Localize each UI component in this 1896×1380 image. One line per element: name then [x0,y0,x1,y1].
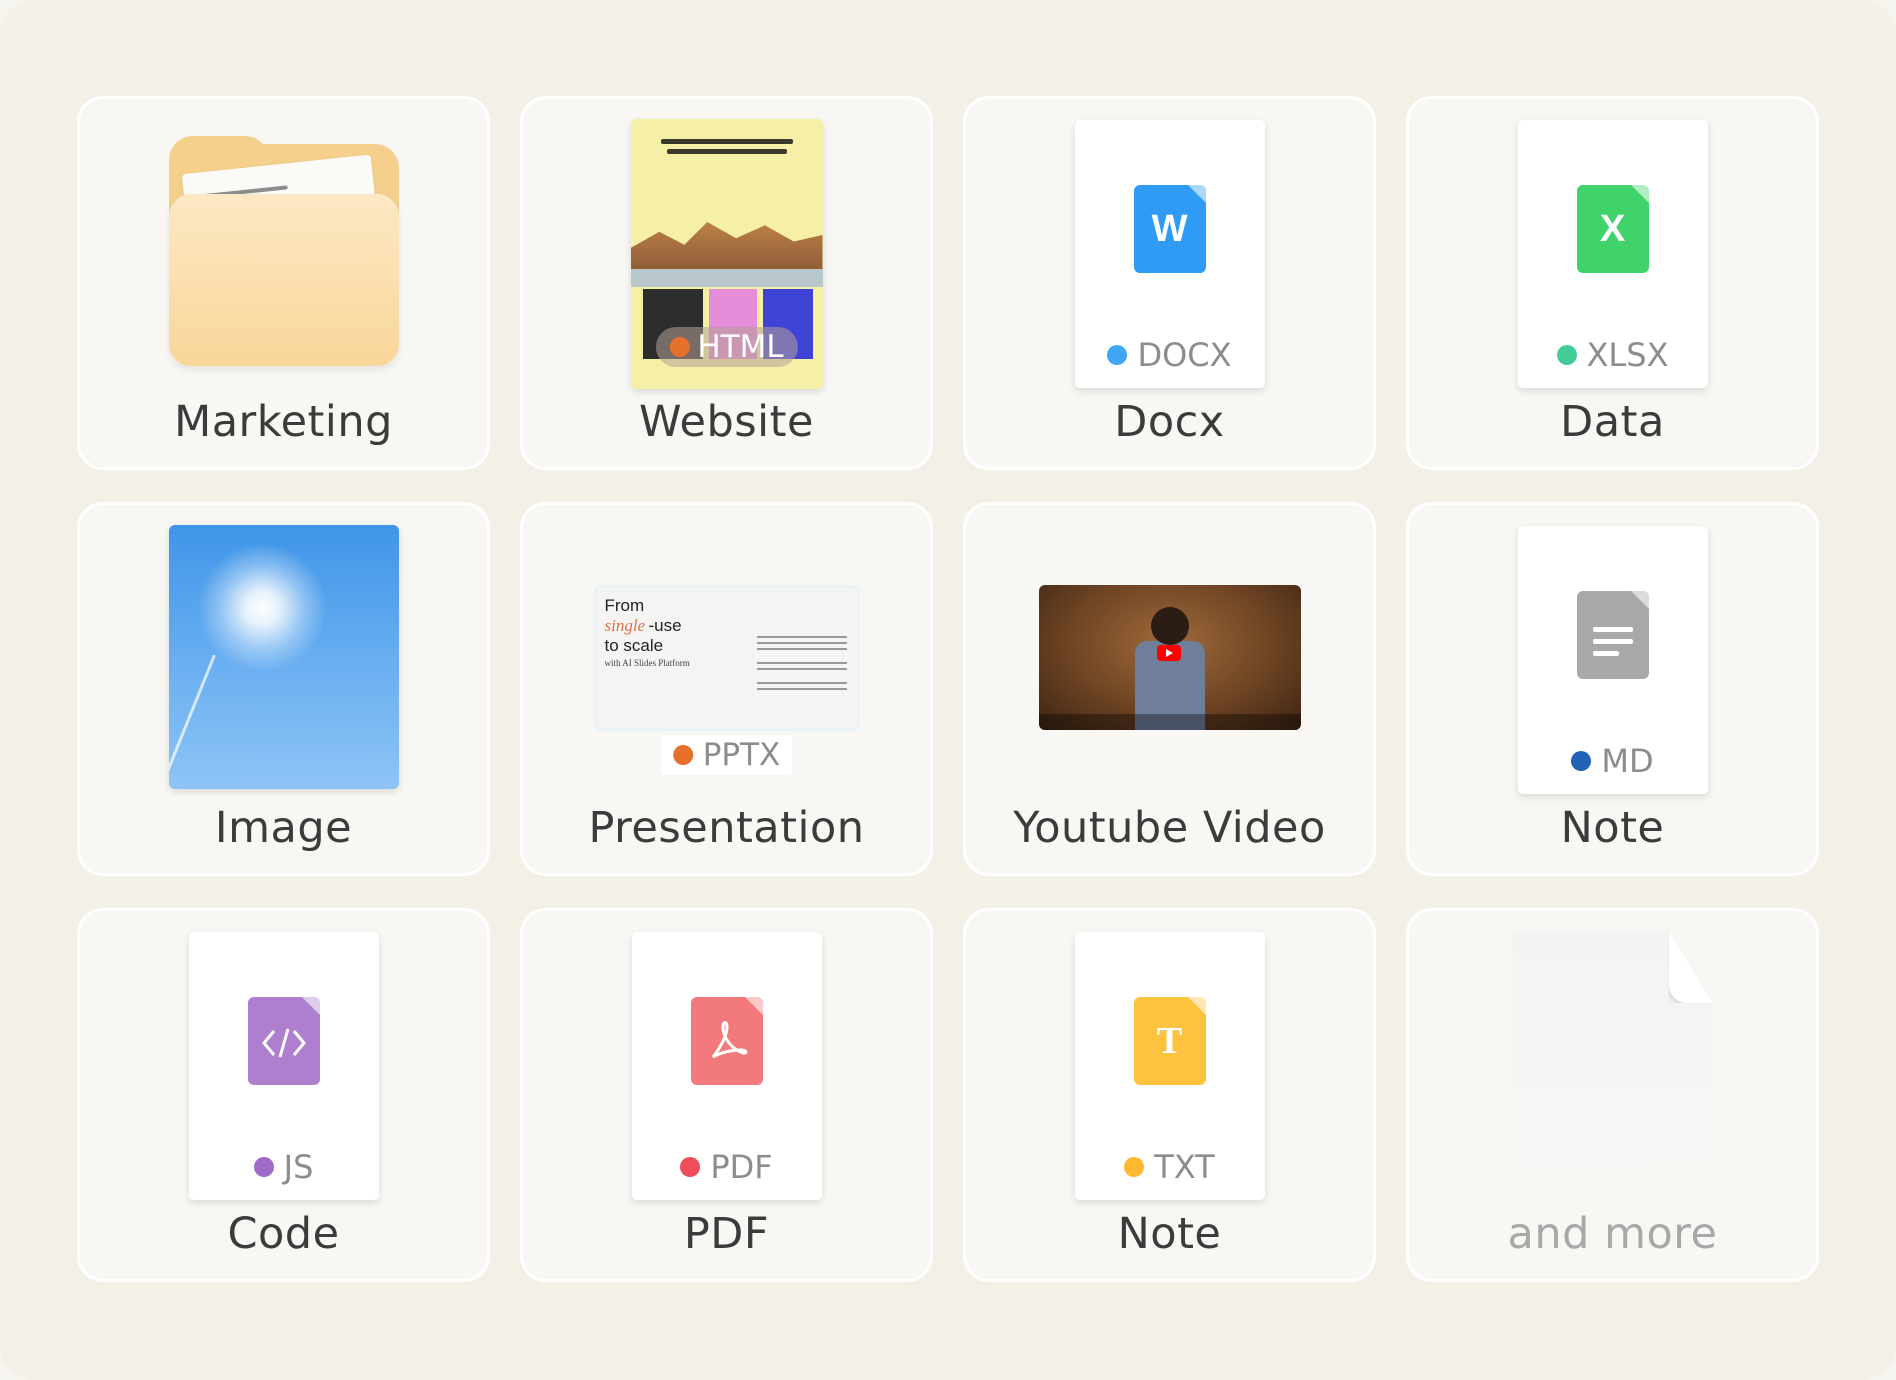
folder-icon [168,136,399,366]
slide-subtitle: with AI Slides Platform [604,658,690,668]
note-icon [1576,591,1649,679]
pdf-icon [690,997,763,1085]
word-icon: W [1133,185,1206,273]
xlsx-badge-label: XLSX [1586,336,1669,374]
js-badge-label: JS [283,1148,314,1186]
md-badge-label: MD [1601,742,1654,780]
card-presentation[interactable]: From single -use to scale with AI Slides… [520,502,933,876]
file-tile: PDF [631,932,822,1200]
file-tile: MD [1517,526,1708,794]
card-code[interactable]: JS Code [77,908,490,1282]
card-note-md[interactable]: MD Note [1406,502,1819,876]
slide-text: to scale [604,636,664,655]
card-pdf[interactable]: PDF PDF [520,908,933,1282]
js-badge: JS [189,1148,379,1186]
card-marketing[interactable]: Marketing [77,96,490,470]
card-website[interactable]: HTML Website [520,96,933,470]
pptx-badge-label: PPTX [702,737,781,773]
slide-text: From [604,596,645,615]
xlsx-badge: XLSX [1518,336,1708,374]
excel-icon: X [1576,185,1649,273]
md-badge: MD [1518,742,1708,780]
file-tile: X XLSX [1517,120,1708,388]
card-docx[interactable]: W DOCX Docx [963,96,1376,470]
pdf-badge: PDF [632,1148,822,1186]
file-tile: JS [188,932,379,1200]
file-types-grid: Marketing HTML Website W DOCX Docx X XLS… [77,96,1819,1282]
html-badge-label: HTML [697,329,784,365]
card-label: Presentation [588,803,865,853]
html-dot [669,337,690,357]
image-thumbnail [168,525,399,789]
card-label: Youtube Video [1013,803,1326,853]
card-youtube-video[interactable]: Youtube Video [963,502,1376,876]
card-data[interactable]: X XLSX Data [1406,96,1819,470]
card-label: Website [639,397,814,447]
code-icon [247,997,320,1085]
txt-badge-label: TXT [1154,1148,1215,1186]
slide-text: -use [648,616,682,635]
card-label: PDF [683,1209,770,1259]
pptx-badge: PPTX [660,735,793,775]
card-label: Marketing [174,397,393,447]
docx-badge-label: DOCX [1137,336,1232,374]
slide-text: single [604,616,646,635]
video-thumbnail [1038,585,1301,730]
card-and-more[interactable]: and more [1406,908,1819,1282]
txt-badge: TXT [1075,1148,1265,1186]
slide-thumbnail: From single -use to scale with AI Slides… [593,585,860,731]
card-label: and more [1507,1209,1718,1259]
card-label: Docx [1114,397,1225,447]
file-tile: W DOCX [1074,120,1265,388]
card-label: Note [1560,803,1665,853]
card-note-txt[interactable]: T TXT Note [963,908,1376,1282]
docx-badge: DOCX [1075,336,1265,374]
text-icon: T [1133,997,1206,1085]
file-types-panel: Marketing HTML Website W DOCX Docx X XLS… [0,0,1896,1380]
card-label: Code [227,1209,340,1259]
card-label: Image [214,803,353,853]
pdf-badge-label: PDF [710,1148,773,1186]
file-tile: T TXT [1074,932,1265,1200]
card-label: Data [1560,397,1665,447]
play-icon [1156,645,1181,661]
card-label: Note [1117,1209,1222,1259]
card-image[interactable]: Image [77,502,490,876]
html-badge: HTML [655,327,798,367]
